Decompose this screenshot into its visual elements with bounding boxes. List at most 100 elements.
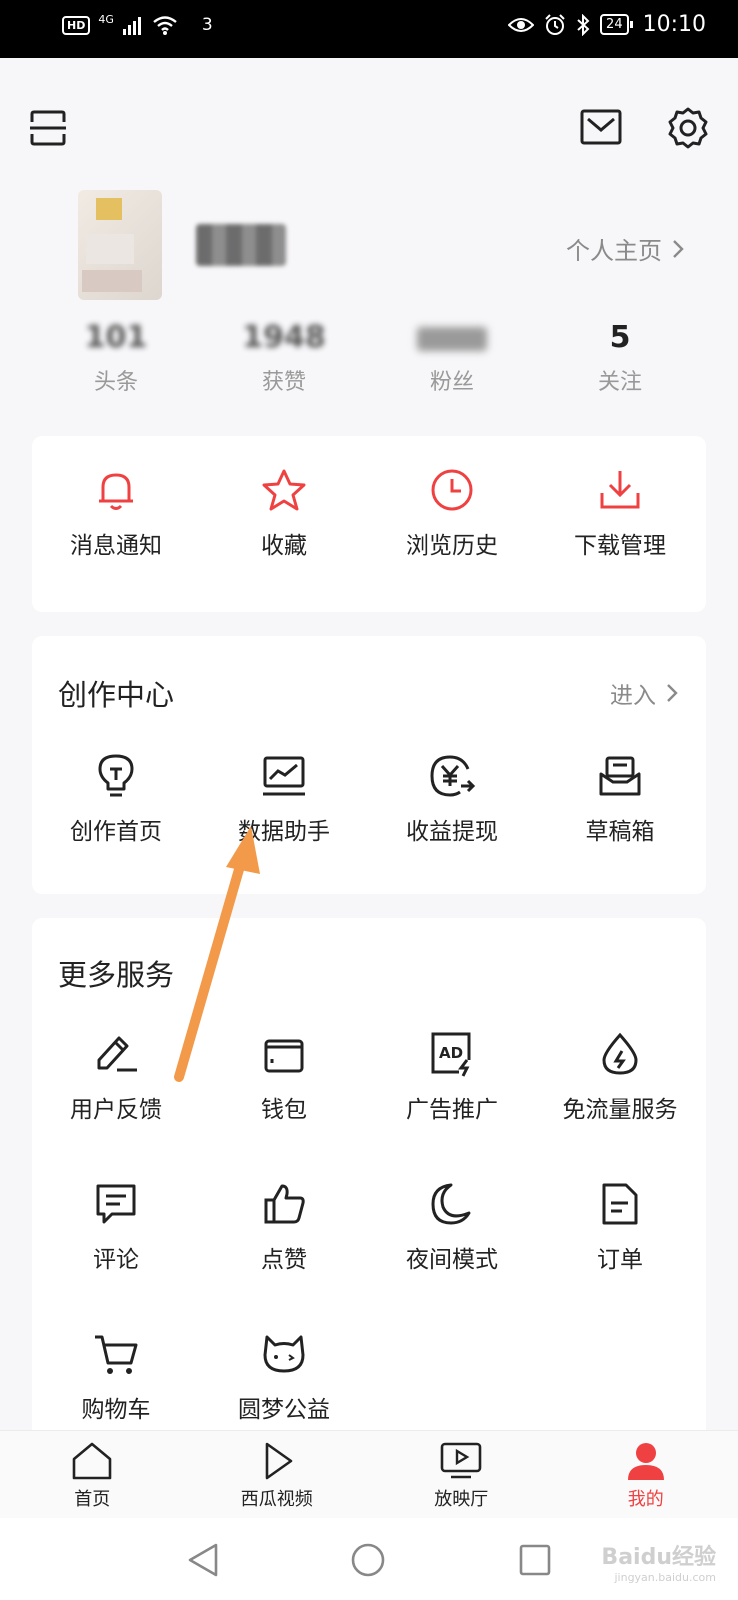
tab-theater[interactable]: 放映厅 <box>369 1431 554 1518</box>
charity-label: 圆梦公益 <box>238 1397 330 1423</box>
stat-label: 关注 <box>597 370 642 395</box>
home-icon <box>72 1442 112 1480</box>
earnings-withdraw-button[interactable]: 收益提现 <box>368 752 536 846</box>
stat-value: 101 <box>84 320 148 355</box>
chart-monitor-icon <box>260 752 308 800</box>
moon-icon <box>428 1180 476 1228</box>
more-services-card: 更多服务 用户反馈 钱包 AD 广告推广 免流量服务 评论 点赞 夜间模式 订单… <box>32 918 706 1438</box>
wallet-button[interactable]: 钱包 <box>200 1030 368 1124</box>
stat-label: 粉丝 <box>429 370 474 395</box>
tv-icon <box>440 1442 482 1479</box>
stat-value: 5 <box>609 320 631 355</box>
lightbulb-icon <box>92 752 140 800</box>
favorites-label: 收藏 <box>261 533 307 559</box>
drop-icon <box>596 1030 644 1078</box>
profile-stats: 101 头条 1948 获赞 粉丝 5 关注 <box>32 318 704 408</box>
network-indicator: 4G <box>98 12 114 26</box>
sim-count: 3 <box>201 15 213 35</box>
tab-home[interactable]: 首页 <box>0 1431 185 1518</box>
cart-label: 购物车 <box>81 1397 151 1423</box>
personal-homepage-link[interactable]: 个人主页 <box>566 231 684 266</box>
free-data-button[interactable]: 免流量服务 <box>536 1030 704 1124</box>
system-nav-bar: Baidu经验 jingyan.baidu.com <box>0 1518 738 1600</box>
hd-badge: HD <box>62 15 91 35</box>
chevron-right-icon <box>667 684 678 702</box>
downloads-button[interactable]: 下载管理 <box>536 466 704 560</box>
tab-label: 西瓜视频 <box>240 1489 313 1510</box>
ad-icon: AD <box>428 1030 476 1078</box>
stat-posts[interactable]: 101 头条 <box>32 318 200 408</box>
settings-gear-icon[interactable] <box>666 106 710 150</box>
data-assistant-label: 数据助手 <box>238 819 330 845</box>
wallet-icon <box>260 1030 308 1078</box>
likes-button[interactable]: 点赞 <box>200 1180 368 1274</box>
history-button[interactable]: 浏览历史 <box>368 466 536 560</box>
yuan-icon <box>428 752 476 800</box>
tab-mine[interactable]: 我的 <box>554 1431 738 1518</box>
enter-label: 进入 <box>610 683 656 709</box>
username: 某某 <box>196 224 286 266</box>
night-mode-label: 夜间模式 <box>406 1247 498 1273</box>
svg-text:AD: AD <box>439 1044 463 1062</box>
orders-button[interactable]: 订单 <box>536 1180 704 1274</box>
tab-label: 放映厅 <box>434 1489 489 1510</box>
downloads-label: 下载管理 <box>574 533 666 559</box>
order-icon <box>596 1180 644 1228</box>
cart-button[interactable]: 购物车 <box>32 1330 200 1424</box>
feedback-button[interactable]: 用户反馈 <box>32 1030 200 1124</box>
stat-following[interactable]: 5 关注 <box>536 318 704 408</box>
history-label: 浏览历史 <box>406 533 498 559</box>
username-text: 某某 <box>196 224 256 268</box>
tab-label: 首页 <box>74 1489 111 1510</box>
night-mode-button[interactable]: 夜间模式 <box>368 1180 536 1274</box>
scan-icon[interactable] <box>28 108 68 148</box>
bottom-tab-bar: 首页 西瓜视频 放映厅 我的 <box>0 1430 738 1518</box>
star-icon <box>260 466 308 514</box>
orders-label: 订单 <box>597 1247 643 1273</box>
free-data-label: 免流量服务 <box>562 1097 678 1123</box>
drafts-label: 草稿箱 <box>585 819 655 845</box>
stat-fans[interactable]: 粉丝 <box>368 318 536 408</box>
data-assistant-button[interactable]: 数据助手 <box>200 752 368 846</box>
charity-button[interactable]: 圆梦公益 <box>200 1330 368 1424</box>
ad-promotion-button[interactable]: AD 广告推广 <box>368 1030 536 1124</box>
notifications-label: 消息通知 <box>70 533 162 559</box>
comments-label: 评论 <box>93 1247 139 1273</box>
mail-icon[interactable] <box>580 108 622 146</box>
tab-xigua-video[interactable]: 西瓜视频 <box>185 1431 370 1518</box>
recents-square-icon[interactable] <box>518 1543 552 1577</box>
creator-home-button[interactable]: 创作首页 <box>32 752 200 846</box>
back-triangle-icon[interactable] <box>186 1542 220 1578</box>
alarm-icon <box>545 13 565 35</box>
download-icon <box>596 466 644 514</box>
stat-likes[interactable]: 1948 获赞 <box>200 318 368 408</box>
stat-label: 获赞 <box>261 370 306 395</box>
wallet-label: 钱包 <box>261 1097 307 1123</box>
notifications-button[interactable]: 消息通知 <box>32 466 200 560</box>
ad-promotion-label: 广告推广 <box>406 1097 498 1123</box>
status-bar: HD 4G 3 24 10:10 <box>0 0 738 58</box>
creator-center-enter-link[interactable]: 进入 <box>610 676 678 710</box>
stat-label: 头条 <box>93 370 138 395</box>
likes-label: 点赞 <box>261 1247 307 1273</box>
clock-time: 10:10 <box>642 12 706 37</box>
comments-button[interactable]: 评论 <box>32 1180 200 1274</box>
avatar[interactable] <box>78 190 162 300</box>
stat-value: 1948 <box>242 320 326 355</box>
pencil-icon <box>92 1030 140 1078</box>
home-circle-icon[interactable] <box>350 1542 386 1578</box>
battery-indicator: 24 <box>600 14 633 35</box>
watermark-brand: Baidu经验 <box>601 1545 716 1570</box>
wifi-icon <box>153 16 177 35</box>
cat-face-icon <box>260 1330 308 1378</box>
drafts-button[interactable]: 草稿箱 <box>536 752 704 846</box>
creator-home-label: 创作首页 <box>70 819 162 845</box>
draft-box-icon <box>596 752 644 800</box>
favorites-button[interactable]: 收藏 <box>200 466 368 560</box>
cart-icon <box>92 1330 140 1378</box>
comment-icon <box>92 1180 140 1228</box>
tab-label: 我的 <box>627 1489 664 1510</box>
thumbs-up-icon <box>260 1180 308 1228</box>
quick-actions-card: 消息通知 收藏 浏览历史 下载管理 <box>32 436 706 612</box>
chevron-right-icon <box>673 239 684 258</box>
